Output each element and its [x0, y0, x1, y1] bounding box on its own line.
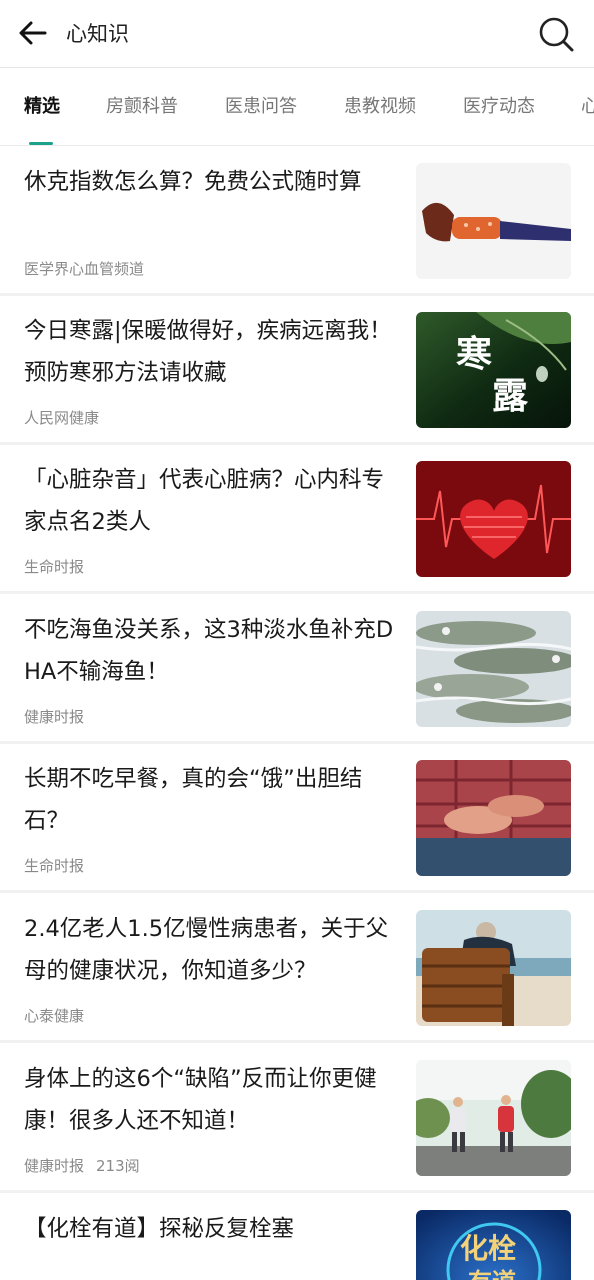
top-bar: 心知识 [0, 0, 594, 68]
article-source: 心泰健康 [24, 1007, 85, 1025]
article-item[interactable]: 长期不吃早餐，真的会“饿”出胆结石？ 生命时报 [0, 744, 594, 893]
article-source: 人民网健康 [24, 409, 100, 427]
search-button[interactable] [534, 12, 578, 56]
article-item[interactable]: 【化栓有道】探秘反复栓塞 化栓 有道 [0, 1194, 594, 1280]
tab-af-science[interactable]: 房颤科普 [106, 94, 178, 120]
thumb-text: 化栓 [460, 1232, 516, 1265]
tab-medical-news[interactable]: 医疗动态 [463, 94, 535, 120]
article-meta: 生命时报 [24, 557, 84, 577]
app-screen: 心知识 精选 房颤科普 医患问答 患教视频 医疗动态 心 休克指数怎么算？免费公… [0, 0, 594, 1280]
divider [0, 890, 594, 893]
tab-featured[interactable]: 精选 [24, 94, 60, 120]
category-tabs: 精选 房颤科普 医患问答 患教视频 医疗动态 心 [0, 68, 594, 146]
article-source: 生命时报 [24, 857, 85, 875]
article-title: 【化栓有道】探秘反复栓塞 [24, 1216, 295, 1242]
back-button[interactable] [16, 16, 50, 50]
arrow-left-icon [19, 21, 47, 45]
article-thumbnail [416, 163, 571, 279]
article-thumbnail [416, 611, 571, 727]
article-thumbnail [416, 910, 571, 1026]
search-icon [539, 17, 574, 52]
tab-videos[interactable]: 患教视频 [344, 94, 416, 120]
article-source: 健康时报 [24, 1157, 85, 1175]
divider [0, 1190, 594, 1193]
active-tab-indicator [29, 142, 53, 145]
thumb-text: 寒 [456, 333, 492, 375]
article-item[interactable]: 今日寒露|保暖做得好，疾病远离我！预防寒邪方法请收藏 人民网健康 寒 露 [0, 296, 594, 445]
article-title: 今日寒露|保暖做得好，疾病远离我！预防寒邪方法请收藏 [24, 318, 392, 386]
article-item[interactable]: 休克指数怎么算？免费公式随时算 医学界心血管频道 [0, 147, 594, 296]
article-source: 生命时报 [24, 558, 85, 576]
article-item[interactable]: 不吃海鱼没关系，这3种淡水鱼补充DHA不输海鱼！ 健康时报 [0, 595, 594, 744]
article-item[interactable]: 身体上的这6个“缺陷”反而让你更健康！很多人还不知道！ 健康时报 213阅 [0, 1044, 594, 1193]
page-title: 心知识 [66, 22, 129, 46]
article-thumbnail [416, 1060, 571, 1176]
article-meta: 人民网健康 [24, 408, 99, 428]
article-title: 2.4亿老人1.5亿慢性病患者，关于父母的健康状况，你知道多少？ [24, 916, 389, 984]
article-title: 身体上的这6个“缺陷”反而让你更健康！很多人还不知道！ [24, 1066, 377, 1134]
article-title: 休克指数怎么算？免费公式随时算 [24, 169, 362, 195]
divider [0, 591, 594, 594]
view-count: 213阅 [96, 1157, 140, 1175]
article-meta: 健康时报 [24, 707, 84, 727]
article-thumbnail: 寒 露 [416, 312, 571, 428]
article-title: 「心脏杂音」代表心脏病？心内科专家点名2类人 [24, 467, 385, 535]
thumb-text: 露 [492, 375, 529, 417]
article-source: 健康时报 [24, 708, 85, 726]
tab-qa[interactable]: 医患问答 [225, 94, 297, 120]
article-title: 长期不吃早餐，真的会“饿”出胆结石？ [24, 766, 363, 834]
tab-more[interactable]: 心 [581, 94, 594, 120]
divider [0, 1040, 594, 1043]
article-item[interactable]: 2.4亿老人1.5亿慢性病患者，关于父母的健康状况，你知道多少？ 心泰健康 [0, 894, 594, 1043]
article-meta: 生命时报 [24, 856, 84, 876]
article-meta: 医学界心血管频道 [24, 259, 144, 279]
article-item[interactable]: 「心脏杂音」代表心脏病？心内科专家点名2类人 生命时报 [0, 445, 594, 594]
article-title: 不吃海鱼没关系，这3种淡水鱼补充DHA不输海鱼！ [24, 617, 394, 685]
article-source: 医学界心血管频道 [24, 260, 145, 278]
article-thumbnail [416, 760, 571, 876]
article-thumbnail [416, 461, 571, 577]
article-thumbnail: 化栓 有道 [416, 1210, 571, 1280]
thumb-text: 有道 [468, 1267, 516, 1280]
article-meta: 心泰健康 [24, 1006, 84, 1026]
article-meta: 健康时报 213阅 [24, 1156, 140, 1176]
